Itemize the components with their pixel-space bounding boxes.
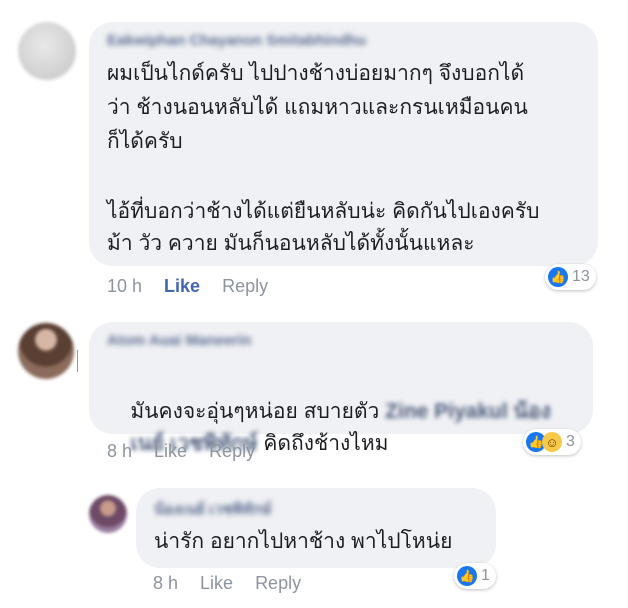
mentioned-user[interactable]: Zine Piyakul น้อง [385,400,551,423]
laugh-face-icon: ☺ [542,432,562,452]
avatar[interactable] [18,323,74,379]
timestamp[interactable]: 8 h [107,441,132,461]
comment-bubble: น้องเนย์ เวชพิทักษ์ น่ารัก อยากไปหาช้าง … [136,488,496,568]
comment-line: ม้า วัว ควาย มันก็นอนหลับได้ทั้งนั้นแหละ [107,232,475,255]
comment-meta: 10 h Like Reply [107,276,290,297]
comment-line: ก็ได้ครับ [107,130,183,153]
comment-bubble: Atom Auai Maneerin มันคงจะอุ่นๆหน่อย สบา… [89,322,593,455]
timestamp[interactable]: 10 h [107,276,142,296]
reply-button[interactable]: Reply [222,276,268,296]
comment-bubble: Eakwiphan Chayanon Smitabhindhu ผมเป็นไก… [89,22,598,266]
comment-text: น่ารัก อยากไปหาช้าง พาไปโหน่ย [154,530,453,553]
reaction-count: 13 [572,268,590,285]
comment-line: ว่า ช้างนอนหลับได้ แถมหาวและกรนเหมือนคน [107,96,528,119]
timestamp[interactable]: 8 h [153,573,178,593]
comment-meta: 8 h Like Reply [153,573,323,594]
comment-author[interactable]: Eakwiphan Chayanon Smitabhindhu [107,32,366,49]
reaction-count: 1 [481,567,490,584]
comment-author[interactable]: Atom Auai Maneerin [107,332,251,349]
reaction-summary[interactable]: 👍 1 [454,563,496,589]
comment-line: ผมเป็นไกด์ครับ ไปปางช้างบ่อยมากๆ จึงบอกไ… [107,62,525,85]
reply-button[interactable]: Reply [255,573,301,593]
thumbs-up-icon: 👍 [548,267,568,287]
avatar[interactable] [18,22,76,80]
like-button[interactable]: Like [200,573,233,593]
reaction-count: 3 [566,433,575,450]
comment-line: ไอ้ที่บอกว่าช้างได้แต่ยืนหลับน่ะ คิดกันไ… [107,200,540,223]
divider [77,350,78,372]
reaction-summary[interactable]: 👍 ☺ 3 [523,429,581,455]
comment-author[interactable]: น้องเนย์ เวชพิทักษ์ [154,497,271,521]
like-button[interactable]: Like [164,276,200,296]
like-button[interactable]: Like [154,441,187,461]
reaction-summary[interactable]: 👍 13 [545,264,596,290]
comment-text: คิดถึงช้างไหม [263,432,389,455]
comment-meta: 8 h Like Reply [107,441,277,462]
thumbs-up-icon: 👍 [457,566,477,586]
avatar[interactable] [89,495,127,533]
reply-button[interactable]: Reply [209,441,255,461]
